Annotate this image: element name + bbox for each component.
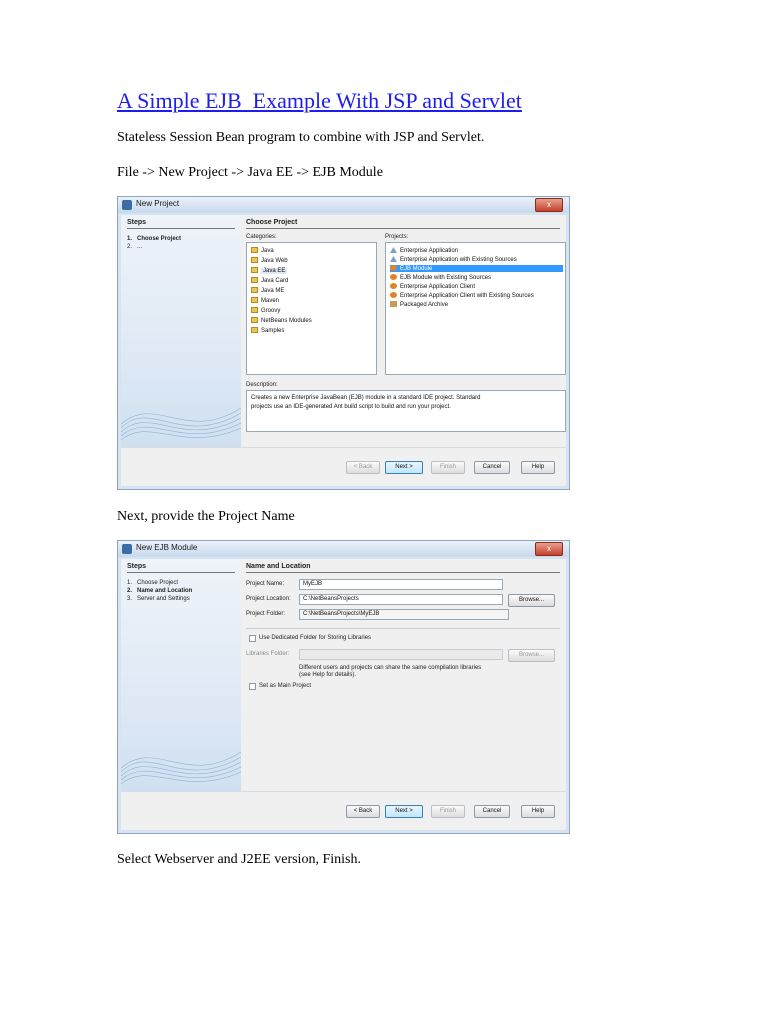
new-project-dialog: New Project x Steps 1. Choose Project 2.… [117, 196, 570, 490]
categories-label: Categories: [246, 234, 277, 240]
step-item: 2. Name and Location [127, 588, 193, 594]
next-paragraph: Next, provide the Project Name [117, 509, 295, 524]
libraries-folder-input[interactable] [299, 649, 503, 660]
list-item[interactable]: EJB Module with Existing Sources [390, 274, 491, 281]
tree-item[interactable]: Java ME [251, 287, 284, 294]
folder-icon [251, 327, 258, 333]
dedicated-folder-label: Use Dedicated Folder for Storing Librari… [259, 635, 372, 641]
list-item[interactable]: Enterprise Application with Existing Sou… [390, 256, 517, 263]
folder-icon [251, 287, 258, 293]
finish-button[interactable]: Finish [431, 805, 465, 818]
next-button[interactable]: Next > [385, 805, 423, 818]
close-button[interactable]: x [535, 198, 563, 212]
back-button[interactable]: < Back [346, 805, 380, 818]
final-paragraph: Select Webserver and J2EE version, Finis… [117, 852, 361, 867]
browse-button[interactable]: Browse... [508, 594, 555, 607]
step-item: 2. ... [127, 244, 143, 250]
divider [246, 628, 560, 629]
netbeans-icon [122, 200, 132, 210]
steps-panel: Steps 1. Choose Project 2. ... [121, 215, 241, 448]
project-name-label: Project Name: [246, 581, 285, 587]
bean-icon [390, 274, 397, 280]
folder-icon [251, 297, 258, 303]
page-title[interactable]: A Simple EJB Example With JSP and Servle… [117, 88, 522, 114]
next-button[interactable]: Next > [385, 461, 423, 474]
dialog-title: New EJB Module [136, 543, 198, 552]
dialog-titlebar: New EJB Module x [118, 541, 569, 557]
project-location-label: Project Location: [246, 596, 291, 602]
bean-icon [390, 292, 397, 298]
tree-item[interactable]: NetBeans Modules [251, 317, 312, 324]
libraries-note: Different users and projects can share t… [299, 665, 482, 671]
cancel-button[interactable]: Cancel [474, 805, 510, 818]
project-folder-label: Project Folder: [246, 611, 286, 617]
tree-item-selected[interactable]: Java EE [251, 267, 288, 274]
bean-icon [390, 265, 397, 271]
enterprise-icon [390, 247, 397, 253]
help-button[interactable]: Help [521, 805, 555, 818]
projects-label: Projects: [385, 234, 409, 240]
folder-icon [251, 267, 258, 273]
step-item: 1. Choose Project [127, 580, 179, 586]
list-item-selected[interactable]: EJB Module [390, 265, 563, 272]
back-button[interactable]: < Back [346, 461, 380, 474]
enterprise-icon [390, 256, 397, 262]
dialog-title: New Project [136, 199, 180, 208]
panel-header: Name and Location [246, 563, 311, 570]
main-project-label: Set as Main Project [259, 683, 312, 689]
libraries-note: (see Help for details). [299, 672, 357, 678]
list-item[interactable]: Packaged Archive [390, 301, 448, 308]
folder-icon [251, 307, 258, 313]
tree-item[interactable]: Java Web [251, 257, 288, 264]
close-button[interactable]: x [535, 542, 563, 556]
wave-graphic [121, 407, 241, 441]
panel-header: Choose Project [246, 219, 298, 226]
description-text: Creates a new Enterprise JavaBean (EJB) … [251, 395, 481, 401]
project-folder-field: C:\NetBeansProjects\MyEJB [299, 609, 509, 620]
dedicated-folder-checkbox[interactable] [249, 635, 256, 642]
list-item[interactable]: Enterprise Application Client [390, 283, 475, 290]
step-item: 1. Choose Project [127, 236, 182, 242]
project-location-input[interactable]: C:\NetBeansProjects [299, 594, 503, 605]
menu-path-paragraph: File -> New Project -> Java EE -> EJB Mo… [117, 165, 383, 180]
libraries-folder-label: Libraries Folder: [246, 651, 290, 657]
help-button[interactable]: Help [521, 461, 555, 474]
tree-item[interactable]: Groovy [251, 307, 280, 314]
steps-header: Steps [127, 219, 147, 226]
new-ejb-module-dialog: New EJB Module x Steps 1. Choose Project… [117, 540, 570, 834]
archive-icon [390, 301, 397, 307]
projects-list[interactable]: Enterprise Application Enterprise Applic… [385, 242, 566, 375]
cancel-button[interactable]: Cancel [474, 461, 510, 474]
bean-icon [390, 283, 397, 289]
folder-icon [251, 257, 258, 263]
tree-item[interactable]: Samples [251, 327, 284, 334]
main-project-checkbox[interactable] [249, 683, 256, 690]
list-item[interactable]: Enterprise Application Client with Exist… [390, 292, 534, 299]
categories-tree[interactable]: Java Java Web Java EE Java Card Java ME … [246, 242, 377, 375]
dialog-titlebar: New Project x [118, 197, 569, 213]
folder-icon [251, 247, 258, 253]
intro-paragraph: Stateless Session Bean program to combin… [117, 130, 485, 145]
step-item: 3. Server and Settings [127, 596, 190, 602]
libraries-browse-button[interactable]: Browse... [508, 649, 555, 662]
netbeans-icon [122, 544, 132, 554]
list-item[interactable]: Enterprise Application [390, 247, 458, 254]
folder-icon [251, 277, 258, 283]
steps-header: Steps [127, 563, 147, 570]
project-name-input[interactable]: MyEJB [299, 579, 503, 590]
tree-item[interactable]: Java [251, 247, 274, 254]
description-text: projects use an IDE-generated Ant build … [251, 404, 451, 410]
wave-graphic [121, 751, 241, 785]
description-box: Creates a new Enterprise JavaBean (EJB) … [246, 390, 566, 432]
tree-item[interactable]: Java Card [251, 277, 288, 284]
steps-panel: Steps 1. Choose Project 2. Name and Loca… [121, 559, 241, 792]
folder-icon [251, 317, 258, 323]
tree-item[interactable]: Maven [251, 297, 279, 304]
description-label: Description: [246, 382, 278, 388]
finish-button[interactable]: Finish [431, 461, 465, 474]
